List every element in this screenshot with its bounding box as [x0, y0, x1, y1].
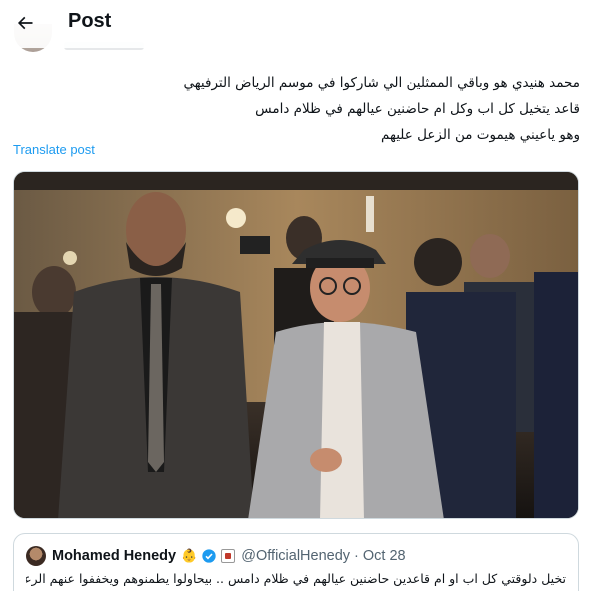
page-title: Post	[68, 10, 112, 32]
post-media-image[interactable]	[13, 171, 579, 519]
arrow-left-icon	[17, 16, 33, 30]
quoted-post-header: Mohamed Henedy 👶 @OfficialHenedy · Oct 2…	[26, 546, 406, 566]
quoted-post-text: تخيل دلوقتي كل اب او ام قاعدين حاضنين عي…	[26, 571, 566, 586]
affiliate-badge-icon	[221, 549, 236, 563]
post-text-line: محمد هنيدي هو وباقي الممثلين الي شاركوا …	[183, 75, 580, 91]
event-photo	[14, 172, 578, 518]
quoted-post-date[interactable]: Oct 28	[363, 548, 406, 564]
post-text: محمد هنيدي هو وباقي الممثلين الي شاركوا …	[20, 70, 580, 148]
separator-dot: ·	[354, 548, 359, 564]
translate-post-link[interactable]: Translate post	[13, 142, 95, 157]
quoted-author-name: Mohamed Henedy	[52, 548, 177, 564]
baby-emoji-icon: 👶	[181, 548, 198, 563]
back-button[interactable]	[8, 6, 42, 40]
quoted-author-handle: @OfficialHenedy	[241, 548, 351, 564]
quoted-author-avatar	[26, 546, 46, 566]
verified-badge-icon	[202, 549, 216, 563]
post-text-line: قاعد يتخيل كل اب وكل ام حاضنين عيالهم في…	[255, 101, 580, 117]
top-bar: Post	[0, 0, 598, 48]
post-text-line: وهو ياعيني هيموت من الزعل عليهم	[381, 127, 580, 143]
quoted-post[interactable]: Mohamed Henedy 👶 @OfficialHenedy · Oct 2…	[13, 533, 579, 591]
